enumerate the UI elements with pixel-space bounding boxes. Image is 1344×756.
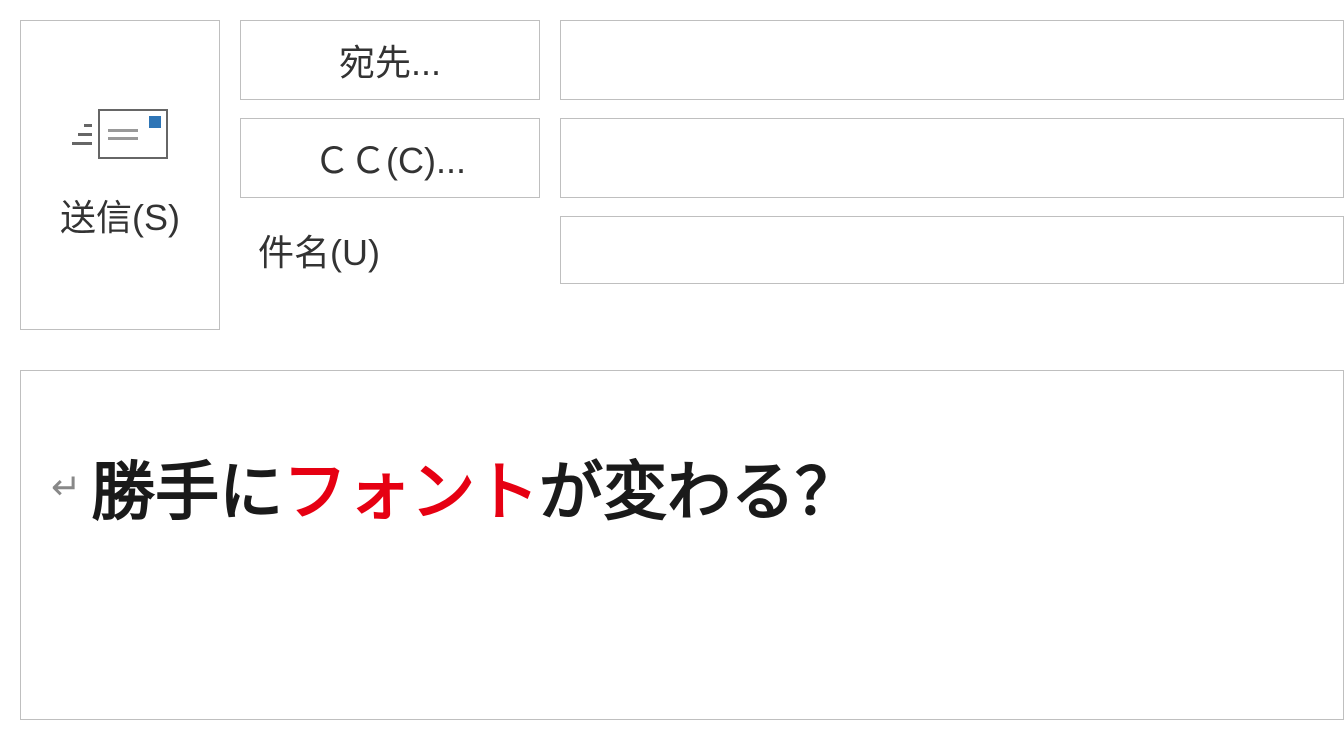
body-text-part3: が変わる？ [539,441,859,533]
body-text-line: ↵ 勝手に フォント が変わる？ [51,441,1313,533]
body-text-part2-red: フォント [283,441,539,533]
envelope-icon [72,109,168,159]
to-input[interactable] [560,20,1344,100]
to-button[interactable]: 宛先... [240,20,540,100]
send-button-label: 送信(S) [60,189,180,241]
subject-label: 件名(U) [240,224,540,276]
cc-input[interactable] [560,118,1344,198]
return-mark-icon: ↵ [51,466,81,508]
send-button[interactable]: 送信(S) [20,20,220,330]
subject-input[interactable] [560,216,1344,284]
body-text-part1: 勝手に [91,441,283,533]
message-body[interactable]: ↵ 勝手に フォント が変わる？ [20,370,1344,720]
cc-button[interactable]: ＣＣ(C)... [240,118,540,198]
